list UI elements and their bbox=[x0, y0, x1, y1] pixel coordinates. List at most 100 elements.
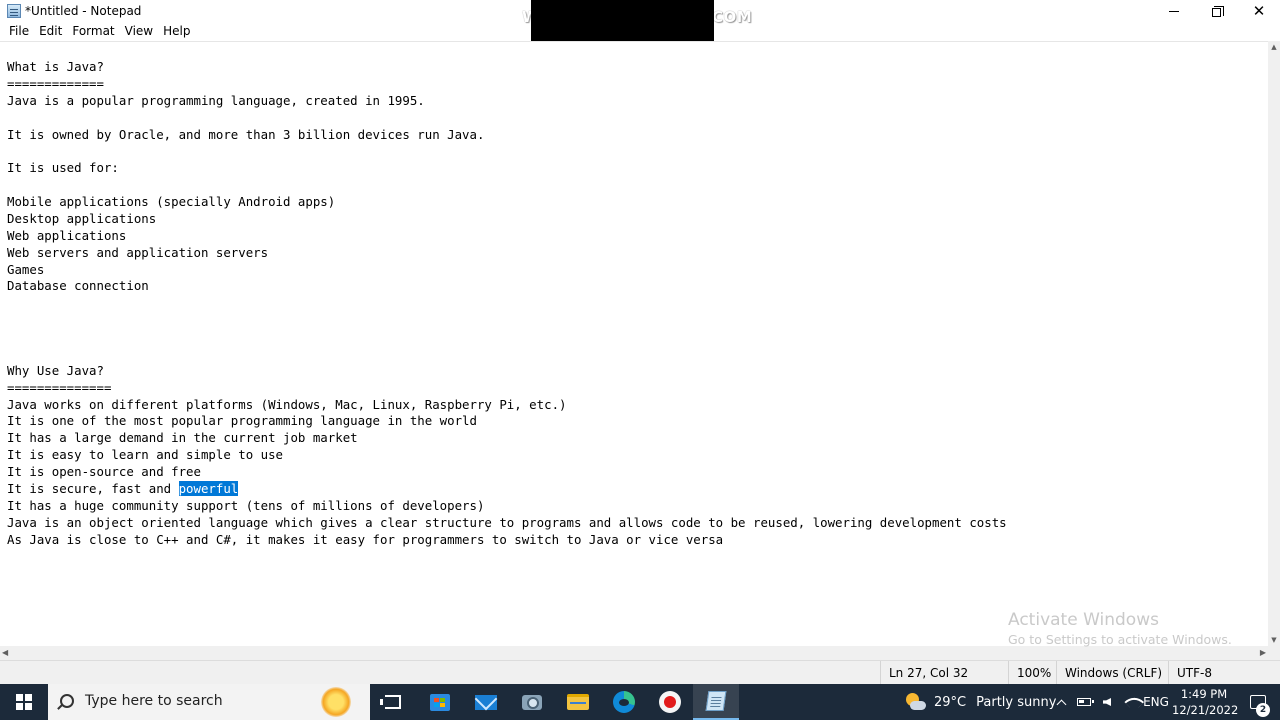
camera-icon bbox=[522, 694, 542, 710]
task-view-icon bbox=[380, 695, 401, 709]
scroll-down-icon[interactable]: ▼ bbox=[1268, 634, 1280, 646]
restore-icon bbox=[1211, 5, 1224, 17]
menu-help[interactable]: Help bbox=[158, 22, 195, 41]
text-line[interactable]: Java works on different platforms (Windo… bbox=[7, 397, 1007, 414]
text-line[interactable] bbox=[7, 110, 1007, 127]
store-button[interactable] bbox=[417, 684, 463, 720]
folder-icon bbox=[567, 694, 589, 710]
search-icon bbox=[60, 694, 74, 708]
camera-button[interactable] bbox=[509, 684, 555, 720]
text-line[interactable]: Web applications bbox=[7, 228, 1007, 245]
system-clock[interactable]: 1:49 PM 12/21/2022 bbox=[1172, 686, 1239, 718]
scrollbar-corner bbox=[1268, 646, 1280, 660]
text-line[interactable] bbox=[7, 177, 1007, 194]
text-line[interactable]: It is easy to learn and simple to use bbox=[7, 447, 1007, 464]
menu-view[interactable]: View bbox=[120, 22, 158, 41]
store-icon bbox=[430, 693, 450, 711]
text-line[interactable]: Why Use Java? bbox=[7, 363, 1007, 380]
restore-button[interactable] bbox=[1193, 0, 1239, 22]
text-line[interactable]: Mobile applications (specially Android a… bbox=[7, 194, 1007, 211]
notepad-icon bbox=[705, 691, 727, 711]
text-line[interactable] bbox=[7, 312, 1007, 329]
show-hidden-icons-button[interactable] bbox=[1052, 684, 1070, 720]
encoding: UTF-8 bbox=[1168, 661, 1280, 685]
clock-time: 1:49 PM bbox=[1180, 687, 1228, 701]
text-line[interactable]: Desktop applications bbox=[7, 211, 1007, 228]
start-button[interactable] bbox=[0, 684, 48, 720]
text-line[interactable]: It is open-source and free bbox=[7, 464, 1007, 481]
minimize-icon bbox=[1169, 10, 1179, 12]
text-line[interactable]: Java is a popular programming language, … bbox=[7, 93, 1007, 110]
scroll-up-icon[interactable]: ▲ bbox=[1268, 41, 1280, 53]
battery-button[interactable] bbox=[1074, 684, 1094, 720]
text-line[interactable]: ============== bbox=[7, 380, 1007, 397]
cursor-position: Ln 27, Col 32 bbox=[880, 661, 1008, 685]
text-line[interactable]: Database connection bbox=[7, 278, 1007, 295]
file-explorer-button[interactable] bbox=[555, 684, 601, 720]
text-line[interactable] bbox=[7, 329, 1007, 346]
clock-date: 12/21/2022 bbox=[1172, 703, 1239, 717]
weather-widget[interactable]: 29°C Partly sunny bbox=[904, 684, 1056, 720]
text-line[interactable]: Java is an object oriented language whic… bbox=[7, 515, 1007, 532]
text-line[interactable]: It is owned by Oracle, and more than 3 b… bbox=[7, 127, 1007, 144]
weather-description: Partly sunny bbox=[976, 694, 1057, 710]
battery-icon bbox=[1077, 698, 1094, 706]
menu-edit[interactable]: Edit bbox=[34, 22, 67, 41]
text-line[interactable] bbox=[7, 346, 1007, 363]
text-line-prefix: It is secure, fast and bbox=[7, 480, 179, 496]
selected-text[interactable]: powerful bbox=[178, 480, 239, 496]
text-line[interactable]: It is used for: bbox=[7, 160, 1007, 177]
activate-windows-watermark: Activate Windows Go to Settings to activ… bbox=[1008, 610, 1232, 649]
menu-bar: File Edit Format View Help bbox=[0, 22, 1280, 41]
text-line[interactable]: It has a huge community support (tens of… bbox=[7, 498, 1007, 515]
network-button[interactable] bbox=[1120, 684, 1145, 720]
text-line[interactable]: As Java is close to C++ and C#, it makes… bbox=[7, 532, 1007, 549]
text-line[interactable]: Games bbox=[7, 262, 1007, 279]
text-editor[interactable]: What is Java? ============= Java is a popu… bbox=[0, 41, 1268, 646]
search-placeholder: Type here to search bbox=[85, 693, 223, 709]
volume-button[interactable] bbox=[1098, 684, 1116, 720]
vertical-scrollbar[interactable]: ▲ ▼ bbox=[1268, 41, 1280, 646]
notepad-taskbar-button[interactable] bbox=[693, 684, 739, 720]
mail-button[interactable] bbox=[463, 684, 509, 720]
windows-logo-icon bbox=[16, 694, 32, 710]
text-line[interactable] bbox=[7, 143, 1007, 160]
search-highlight-icon bbox=[321, 687, 351, 717]
scroll-left-icon[interactable]: ◀ bbox=[2, 648, 8, 657]
document-text[interactable]: What is Java? ============= Java is a popu… bbox=[7, 59, 1007, 548]
weather-temperature: 29°C bbox=[934, 694, 967, 710]
text-line[interactable]: What is Java? bbox=[7, 59, 1007, 76]
task-view-button[interactable] bbox=[370, 684, 416, 720]
text-line[interactable] bbox=[7, 295, 1007, 312]
window-title: *Untitled - Notepad bbox=[25, 4, 142, 18]
screen-recorder-button[interactable] bbox=[647, 684, 693, 720]
text-line[interactable]: ============= bbox=[7, 76, 1007, 93]
line-ending: Windows (CRLF) bbox=[1056, 661, 1168, 685]
text-line[interactable]: It is one of the most popular programmin… bbox=[7, 413, 1007, 430]
chevron-up-icon bbox=[1056, 699, 1066, 709]
activate-title: Activate Windows bbox=[1008, 610, 1159, 630]
menu-file[interactable]: File bbox=[4, 22, 34, 41]
minimize-button[interactable] bbox=[1151, 0, 1197, 22]
notepad-app-icon[interactable] bbox=[7, 4, 21, 18]
edge-button[interactable] bbox=[601, 684, 647, 720]
scroll-right-icon[interactable]: ▶ bbox=[1260, 648, 1266, 657]
record-icon bbox=[659, 691, 681, 713]
volume-icon bbox=[1103, 698, 1111, 706]
activate-subtitle: Go to Settings to activate Windows. bbox=[1008, 632, 1232, 647]
mail-icon bbox=[475, 694, 497, 710]
input-language[interactable]: ENG bbox=[1142, 684, 1170, 720]
taskbar-search-box[interactable]: Type here to search bbox=[48, 684, 370, 720]
zoom-level: 100% bbox=[1008, 661, 1056, 685]
edge-icon bbox=[613, 691, 635, 713]
notification-count-badge: 2 bbox=[1256, 703, 1270, 717]
text-line[interactable]: Web servers and application servers bbox=[7, 245, 1007, 262]
text-line[interactable]: It has a large demand in the current job… bbox=[7, 430, 1007, 447]
menu-format[interactable]: Format bbox=[67, 22, 119, 41]
text-line[interactable]: It is secure, fast and powerful bbox=[7, 480, 1007, 498]
taskbar: Type here to search 29°C Partly sunny EN… bbox=[0, 684, 1280, 720]
close-button[interactable]: ✕ bbox=[1236, 0, 1280, 22]
status-bar: Ln 27, Col 32 100% Windows (CRLF) UTF-8 bbox=[0, 660, 1280, 685]
partly-sunny-icon bbox=[904, 691, 926, 713]
close-icon: ✕ bbox=[1252, 1, 1266, 20]
